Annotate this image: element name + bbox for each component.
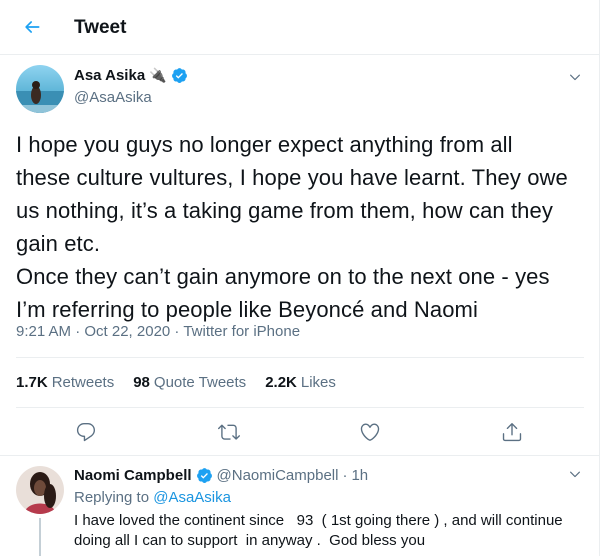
tweet-text-line: us nothing, it’s a taking game from them… (16, 198, 553, 223)
avatar[interactable] (16, 65, 64, 113)
tweet-text-line: gain etc. (16, 231, 101, 256)
page-title: Tweet (74, 17, 127, 38)
divider (0, 455, 600, 456)
replying-to-label: Replying to (74, 489, 150, 506)
tweet-text-line: these culture vultures, I hope you have … (16, 165, 568, 190)
retweet-icon (218, 424, 240, 440)
author-name-text: Asa Asika (74, 67, 146, 84)
reply-more-options-button[interactable] (566, 465, 584, 483)
divider (16, 407, 584, 408)
tweet-text-line: Once they can’t gain anymore on to the n… (16, 264, 550, 289)
separator-dot: · (342, 467, 348, 484)
likes-stat[interactable]: 2.2K Likes (265, 374, 336, 391)
reply-text: I have loved the continent since 93 ( 1s… (74, 511, 574, 551)
likes-count: 2.2K (265, 374, 297, 391)
tweet-stats: 1.7K Retweets 98 Quote Tweets 2.2K Likes (16, 374, 336, 391)
like-icon (360, 423, 380, 441)
reply-author-handle[interactable]: @NaomiCampbell (217, 467, 339, 484)
reply-text-line: I have loved the continent since 93 ( 1s… (74, 512, 563, 529)
retweets-stat[interactable]: 1.7K Retweets (16, 374, 114, 391)
retweet-button[interactable] (217, 420, 241, 444)
tweet-timestamp[interactable]: 9:21 AM · Oct 22, 2020 · Twitter for iPh… (16, 323, 300, 340)
arrow-left-icon (25, 21, 40, 33)
more-options-button[interactable] (566, 68, 584, 86)
reply-avatar[interactable] (16, 466, 64, 514)
plug-emoji: 🔌 (149, 67, 167, 83)
chevron-down-icon (570, 74, 580, 81)
like-button[interactable] (358, 420, 382, 444)
reply-button[interactable] (74, 420, 98, 444)
share-button[interactable] (500, 420, 524, 444)
tweet-text-line: I hope you guys no longer expect anythin… (16, 132, 513, 157)
header-bar: Tweet (0, 0, 600, 55)
reply-header: Naomi Campbell @NaomiCampbell · 1h (74, 467, 368, 484)
tweet-text: I hope you guys no longer expect anythin… (16, 128, 586, 326)
reply-icon (76, 423, 96, 442)
reply-avatar-image (16, 466, 64, 514)
author-handle[interactable]: @AsaAsika (74, 89, 152, 106)
action-bar (0, 420, 600, 444)
retweets-count: 1.7K (16, 374, 48, 391)
share-icon (502, 423, 522, 442)
column-border (599, 0, 600, 556)
reply-text-line: doing all I can to support in anyway . G… (74, 532, 426, 549)
likes-label: Likes (300, 374, 336, 391)
back-button[interactable] (16, 11, 48, 43)
avatar-image (16, 65, 64, 113)
replying-to: Replying to @AsaAsika (74, 489, 231, 506)
verified-badge-icon (196, 468, 212, 483)
tweet-text-line: I’m referring to people like Beyoncé and… (16, 297, 478, 322)
chevron-down-icon (570, 471, 580, 478)
divider (16, 357, 584, 358)
author-name[interactable]: Asa Asika 🔌 (74, 67, 188, 84)
reply-time[interactable]: 1h (351, 467, 368, 484)
thread-line (39, 518, 41, 556)
quote-tweets-label: Quote Tweets (153, 374, 247, 391)
quote-tweets-stat[interactable]: 98 Quote Tweets (133, 374, 246, 391)
retweets-label: Retweets (51, 374, 115, 391)
reply-author-name[interactable]: Naomi Campbell (74, 467, 192, 484)
replying-to-mention[interactable]: @AsaAsika (153, 489, 231, 506)
quote-tweets-count: 98 (133, 374, 150, 391)
verified-badge-icon (171, 68, 187, 83)
